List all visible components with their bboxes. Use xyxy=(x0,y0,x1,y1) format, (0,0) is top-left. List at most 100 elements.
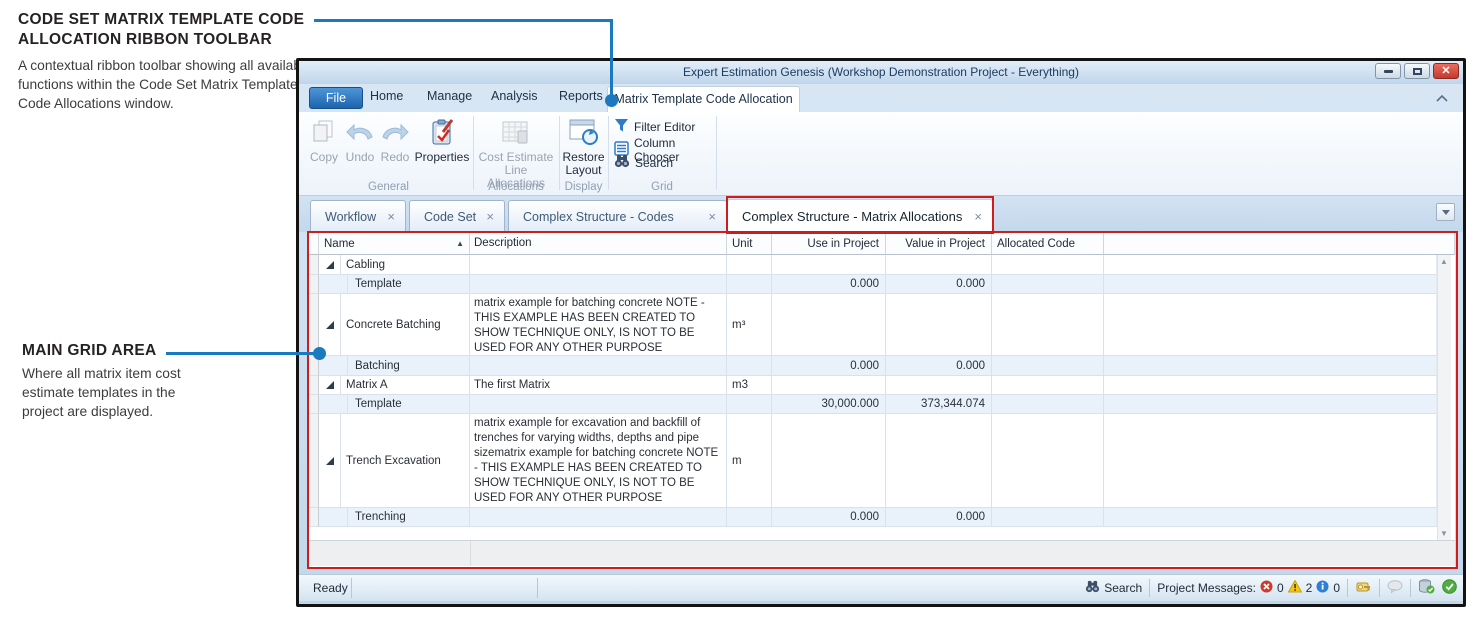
cell-name[interactable]: Cabling xyxy=(341,255,470,275)
cell-unit[interactable] xyxy=(727,275,772,294)
table-row[interactable]: Trench Excavation matrix example for exc… xyxy=(309,414,1437,508)
cell-description[interactable]: The first Matrix xyxy=(470,376,727,395)
cost-estimate-line-allocations-button[interactable]: Cost Estimate Line Allocations xyxy=(476,114,556,190)
cell-description[interactable] xyxy=(470,356,727,376)
tab-close-icon[interactable]: × xyxy=(377,209,405,224)
cell-name[interactable]: Batching xyxy=(347,356,470,376)
collapse-expander-icon[interactable] xyxy=(326,261,334,269)
cell-unit[interactable] xyxy=(727,395,772,414)
tab-matrix-template-code-allocation[interactable]: Matrix Template Code Allocation xyxy=(607,86,800,112)
cell-use-in-project[interactable] xyxy=(772,255,886,275)
cell-unit[interactable] xyxy=(727,508,772,527)
restore-layout-button[interactable]: Restore Layout xyxy=(559,114,608,177)
comments-icon[interactable] xyxy=(1387,580,1403,596)
cell-description[interactable] xyxy=(470,255,727,275)
cell-name[interactable]: Trenching xyxy=(347,508,470,527)
cell-description[interactable] xyxy=(470,395,727,414)
ribbon-collapse-chevron-icon[interactable] xyxy=(1435,92,1449,110)
tab-manage[interactable]: Manage xyxy=(427,89,472,103)
cell-description[interactable]: matrix example for batching concrete NOT… xyxy=(470,294,727,356)
cell-allocated-code[interactable] xyxy=(992,275,1104,294)
database-sync-icon[interactable] xyxy=(1418,579,1435,597)
cell-value-in-project[interactable]: 373,344.074 xyxy=(886,395,992,414)
cell-value-in-project[interactable] xyxy=(886,294,992,356)
doc-tab-complex-structure-codes[interactable]: Complex Structure - Codes × xyxy=(508,200,727,232)
column-header-name[interactable]: Name ▲ xyxy=(319,233,470,255)
minimize-button[interactable] xyxy=(1375,63,1401,79)
close-button[interactable]: ✕ xyxy=(1433,63,1459,79)
permissions-key-icon[interactable] xyxy=(1355,579,1372,597)
status-search-button[interactable]: Search xyxy=(1085,580,1142,596)
cell-use-in-project[interactable] xyxy=(772,294,886,356)
redo-button[interactable]: Redo xyxy=(377,114,413,164)
cell-use-in-project[interactable]: 0.000 xyxy=(772,275,886,294)
tab-close-icon[interactable]: × xyxy=(964,209,992,224)
table-row[interactable]: Matrix A The first Matrix m3 xyxy=(309,376,1437,395)
collapse-expander-icon[interactable] xyxy=(326,321,334,329)
cell-allocated-code[interactable] xyxy=(992,395,1104,414)
collapse-expander-icon[interactable] xyxy=(326,381,334,389)
cell-description[interactable] xyxy=(470,275,727,294)
cell-name[interactable]: Template xyxy=(347,395,470,414)
cell-name[interactable]: Trench Excavation xyxy=(341,414,470,508)
cell-allocated-code[interactable] xyxy=(992,255,1104,275)
cell-value-in-project[interactable]: 0.000 xyxy=(886,508,992,527)
vertical-scrollbar[interactable]: ▲ ▼ xyxy=(1437,255,1451,540)
doc-tab-complex-structure-matrix-allocations[interactable]: Complex Structure - Matrix Allocations × xyxy=(727,199,993,232)
tab-close-icon[interactable]: × xyxy=(698,209,726,224)
search-button[interactable]: Search xyxy=(614,154,673,171)
filter-editor-button[interactable]: Filter Editor xyxy=(614,118,695,136)
tab-reports[interactable]: Reports xyxy=(559,89,603,103)
undo-button[interactable]: Undo xyxy=(342,114,378,164)
cell-allocated-code[interactable] xyxy=(992,376,1104,395)
cell-unit[interactable] xyxy=(727,356,772,376)
cell-unit[interactable]: m xyxy=(727,414,772,508)
properties-button[interactable]: Properties xyxy=(413,114,471,164)
scroll-down-icon[interactable]: ▼ xyxy=(1440,529,1449,538)
cell-description[interactable] xyxy=(470,508,727,527)
table-row[interactable]: Concrete Batching matrix example for bat… xyxy=(309,294,1437,356)
cell-name[interactable]: Template xyxy=(347,275,470,294)
collapse-expander-icon[interactable] xyxy=(326,457,334,465)
cell-name[interactable]: Concrete Batching xyxy=(341,294,470,356)
tab-analysis[interactable]: Analysis xyxy=(491,89,538,103)
cell-unit[interactable] xyxy=(727,255,772,275)
cell-allocated-code[interactable] xyxy=(992,294,1104,356)
cell-name[interactable]: Matrix A xyxy=(341,376,470,395)
cell-use-in-project[interactable] xyxy=(772,376,886,395)
success-check-icon[interactable] xyxy=(1442,579,1457,597)
cell-value-in-project[interactable]: 0.000 xyxy=(886,275,992,294)
cell-unit[interactable]: m³ xyxy=(727,294,772,356)
column-header-use-in-project[interactable]: Use in Project xyxy=(772,233,886,255)
table-row[interactable]: Template 30,000.000 373,344.074 xyxy=(309,395,1437,414)
cell-allocated-code[interactable] xyxy=(992,356,1104,376)
tab-list-dropdown-button[interactable] xyxy=(1436,203,1455,221)
cell-use-in-project[interactable] xyxy=(772,414,886,508)
row-indicator[interactable] xyxy=(309,414,319,508)
cell-use-in-project[interactable]: 30,000.000 xyxy=(772,395,886,414)
row-indicator[interactable] xyxy=(309,275,319,294)
column-header-description[interactable]: Description xyxy=(470,233,727,255)
doc-tab-code-set[interactable]: Code Set × xyxy=(409,200,505,232)
row-indicator[interactable] xyxy=(309,255,319,275)
restore-button[interactable] xyxy=(1404,63,1430,79)
column-header-value-in-project[interactable]: Value in Project xyxy=(886,233,992,255)
column-header-allocated-code[interactable]: Allocated Code xyxy=(992,233,1104,255)
cell-value-in-project[interactable] xyxy=(886,376,992,395)
row-indicator[interactable] xyxy=(309,395,319,414)
row-indicator[interactable] xyxy=(309,376,319,395)
table-row[interactable]: Batching 0.000 0.000 xyxy=(309,356,1437,376)
tab-file[interactable]: File xyxy=(309,87,363,109)
cell-value-in-project[interactable]: 0.000 xyxy=(886,356,992,376)
table-row[interactable]: Cabling xyxy=(309,255,1437,275)
row-indicator[interactable] xyxy=(309,508,319,527)
copy-button[interactable]: Copy xyxy=(306,114,342,164)
cell-allocated-code[interactable] xyxy=(992,414,1104,508)
cell-value-in-project[interactable] xyxy=(886,414,992,508)
doc-tab-workflow[interactable]: Workflow × xyxy=(310,200,406,232)
cell-value-in-project[interactable] xyxy=(886,255,992,275)
column-header-unit[interactable]: Unit xyxy=(727,233,772,255)
cell-use-in-project[interactable]: 0.000 xyxy=(772,508,886,527)
cell-description[interactable]: matrix example for excavation and backfi… xyxy=(470,414,727,508)
expander-cell[interactable] xyxy=(319,376,341,395)
